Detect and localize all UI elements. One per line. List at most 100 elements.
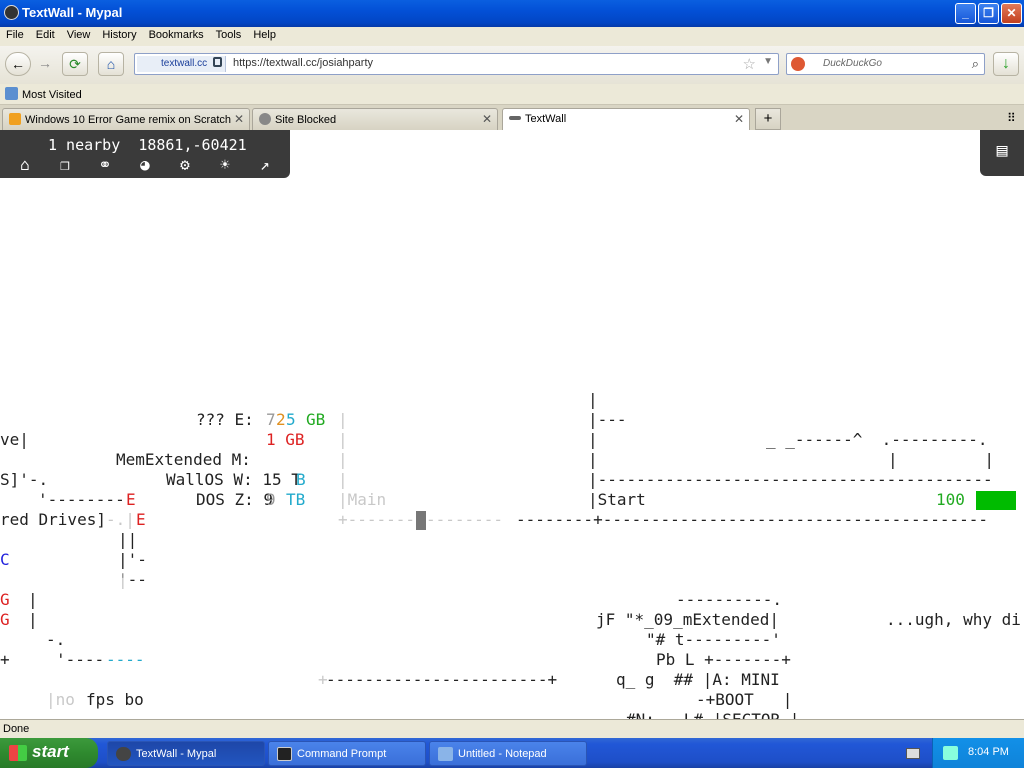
taskbar-item-mypal[interactable]: TextWall - Mypal xyxy=(107,741,265,766)
reload-button[interactable]: ⟳ xyxy=(62,52,88,76)
minimize-button[interactable]: _ xyxy=(955,3,976,24)
search-box[interactable]: DuckDuckGo ⌕ xyxy=(786,53,985,75)
menu-history[interactable]: History xyxy=(96,27,142,41)
wall-text-faint: -------- xyxy=(426,510,504,529)
wall-text-left: MemExtended M: xyxy=(116,450,251,469)
wall-text-faint: | xyxy=(118,570,128,589)
wall-text-colored: E xyxy=(136,510,146,529)
settings-icon[interactable]: ⚙ xyxy=(175,155,195,174)
globe-favicon-icon xyxy=(259,113,271,125)
bookmark-label: Most Visited xyxy=(22,89,82,101)
start-label: start xyxy=(32,742,69,761)
bookmarks-toolbar: Most Visited xyxy=(0,84,1024,105)
textwall-canvas[interactable]: 1 nearby 18861,-60421 ⌂ ❐ ⚭ ◕ ⚙ ☀ ↗ ▤ ??… xyxy=(0,130,1024,719)
wall-text-colored: 7 xyxy=(266,410,276,429)
wall-text-right: q_ g ## |A: MINI xyxy=(616,670,780,689)
tab-strip: Windows 10 Error Game remix on Scratch ✕… xyxy=(0,105,1024,130)
tab-textwall[interactable]: TextWall ✕ xyxy=(502,108,750,130)
chat-icon: ▤ xyxy=(996,140,1008,161)
menu-bar: File Edit View History Bookmarks Tools Help xyxy=(0,27,1024,46)
network-icon[interactable] xyxy=(943,746,958,760)
search-icon[interactable]: ⌕ xyxy=(972,56,979,72)
keyboard-icon[interactable] xyxy=(906,748,920,759)
windows-flag-icon xyxy=(9,745,27,761)
nearby-and-coords: 1 nearby 18861,-60421 xyxy=(48,136,247,154)
progress-block xyxy=(976,491,1016,510)
textwall-toolbar: 1 nearby 18861,-60421 ⌂ ❐ ⚭ ◕ ⚙ ☀ ↗ xyxy=(0,130,290,178)
taskbar-item-cmd[interactable]: Command Prompt xyxy=(268,741,426,766)
wall-text-faint: -.| xyxy=(106,510,135,529)
window-titlebar[interactable]: TextWall - Mypal _ ❐ ✕ xyxy=(0,0,1024,27)
url-input[interactable]: https://textwall.cc/josiahparty xyxy=(233,57,373,69)
taskbar-item-notepad[interactable]: Untitled - Notepad xyxy=(429,741,587,766)
url-bar[interactable]: textwall.cc https://textwall.cc/josiahpa… xyxy=(134,53,779,75)
wall-text-colored: GB xyxy=(306,410,326,429)
wall-text-colored: E xyxy=(126,490,136,509)
start-value: 100 xyxy=(936,490,965,509)
text-cursor xyxy=(416,511,426,530)
wall-text-left: || xyxy=(118,530,138,549)
status-bar: Done xyxy=(0,719,1024,738)
download-button[interactable]: ↓ xyxy=(993,52,1019,76)
brightness-icon[interactable]: ☀ xyxy=(215,155,235,174)
open-external-icon[interactable]: ↗ xyxy=(255,155,275,174)
window-title: TextWall - Mypal xyxy=(22,5,123,20)
wall-text-right: -+BOOT | xyxy=(696,690,793,709)
tab-list-icon[interactable]: ⠿ xyxy=(1007,111,1016,125)
wall-text-left: ??? E: xyxy=(196,410,264,429)
wall-text-faint: |Main xyxy=(338,490,387,509)
wall-text-right: "# t---------' xyxy=(646,630,781,649)
wall-text-left: fps bo xyxy=(86,690,144,709)
copy-icon[interactable]: ❐ xyxy=(55,155,75,174)
wall-text-colored: 2 xyxy=(276,410,286,429)
wall-text-faint: +-------- xyxy=(338,510,425,529)
maximize-button[interactable]: ❐ xyxy=(978,3,999,24)
close-button[interactable]: ✕ xyxy=(1001,3,1022,24)
system-tray: 8:04 PM xyxy=(932,738,1024,768)
bookmark-most-visited[interactable]: Most Visited xyxy=(5,87,82,101)
url-dropdown-icon[interactable]: ▼ xyxy=(763,56,773,67)
new-tab-button[interactable]: + xyxy=(755,108,781,130)
search-placeholder: DuckDuckGo xyxy=(823,58,882,69)
wall-text-left: |'- xyxy=(118,550,147,569)
menu-file[interactable]: File xyxy=(0,27,30,41)
tab-label: Site Blocked xyxy=(275,114,337,126)
tab-scratch[interactable]: Windows 10 Error Game remix on Scratch ✕ xyxy=(2,108,250,130)
close-tab-icon[interactable]: ✕ xyxy=(234,112,244,126)
wall-text-right: | xyxy=(588,450,598,469)
clock[interactable]: 8:04 PM xyxy=(968,746,1009,758)
tab-site-blocked[interactable]: Site Blocked ✕ xyxy=(252,108,498,130)
close-tab-icon[interactable]: ✕ xyxy=(734,112,744,126)
bookmarks-folder-icon xyxy=(5,87,18,100)
start-button[interactable]: start xyxy=(0,738,98,768)
cmd-icon xyxy=(277,747,292,761)
lock-icon xyxy=(213,57,222,67)
wall-text-left: '-------- xyxy=(38,490,125,509)
menu-help[interactable]: Help xyxy=(247,27,282,41)
wall-text-right: |---------------------------------------… xyxy=(588,470,993,489)
home-button[interactable]: ⌂ xyxy=(98,52,124,76)
bookmark-star-icon[interactable]: ☆ xyxy=(743,55,756,73)
menu-tools[interactable]: Tools xyxy=(210,27,248,41)
palette-icon[interactable]: ◕ xyxy=(135,155,155,174)
forward-button[interactable]: → xyxy=(32,52,58,76)
back-button[interactable]: ← xyxy=(5,52,31,76)
wall-text-faint: |no xyxy=(46,690,75,709)
coordinates: 18861,-60421 xyxy=(138,136,247,154)
navigation-toolbar: ← → ⟳ ⌂ textwall.cc https://textwall.cc/… xyxy=(0,46,1024,84)
link-icon[interactable]: ⚭ xyxy=(95,155,115,174)
wall-text-colored: 5 xyxy=(286,410,296,429)
chat-button[interactable]: ▤ xyxy=(980,130,1024,176)
wall-text-colored: B xyxy=(296,470,306,489)
duckduckgo-icon[interactable] xyxy=(791,57,805,71)
task-label: Command Prompt xyxy=(297,748,387,760)
menu-edit[interactable]: Edit xyxy=(30,27,61,41)
wall-text-right: --------+-------------------------------… xyxy=(516,510,989,529)
home-icon[interactable]: ⌂ xyxy=(15,155,35,174)
close-tab-icon[interactable]: ✕ xyxy=(482,112,492,126)
nearby-count: 1 nearby xyxy=(48,136,121,154)
textwall-favicon-icon xyxy=(509,116,521,120)
menu-view[interactable]: View xyxy=(61,27,97,41)
wall-text-faint: | xyxy=(338,410,348,429)
menu-bookmarks[interactable]: Bookmarks xyxy=(143,27,210,41)
